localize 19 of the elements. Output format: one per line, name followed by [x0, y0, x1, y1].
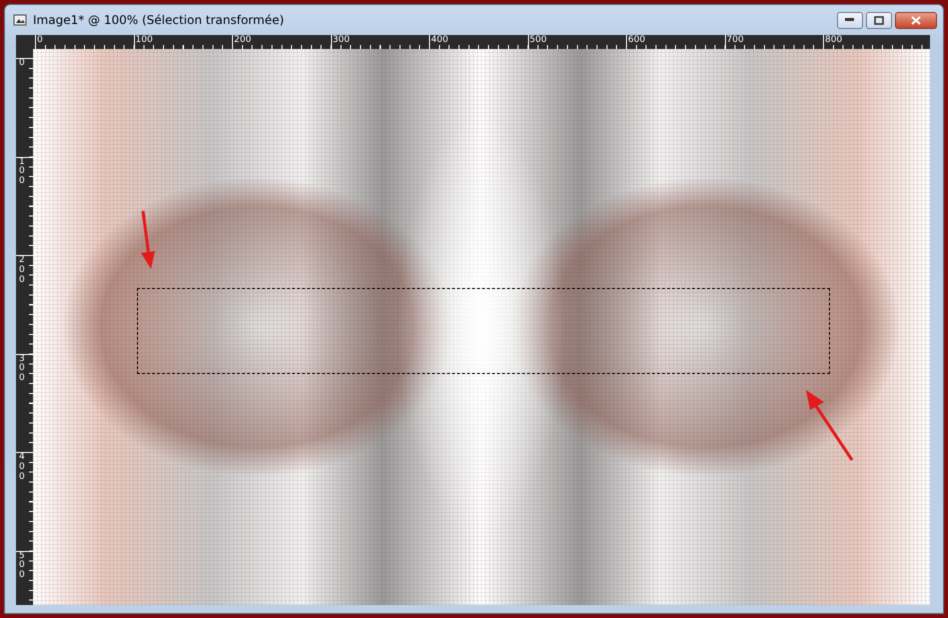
close-button[interactable]: [895, 12, 937, 28]
ruler-label: 200: [234, 35, 252, 45]
ruler-label: 700: [726, 35, 744, 45]
minimize-icon: [845, 18, 855, 22]
minimize-button[interactable]: [837, 12, 863, 28]
maximize-icon: [874, 16, 884, 24]
window-title: Image1* @ 100% (Sélection transformée): [33, 13, 286, 27]
app-icon: [13, 13, 27, 27]
close-icon: [911, 16, 921, 24]
ruler-label: 400: [431, 35, 448, 45]
ruler-label: 100: [136, 35, 153, 45]
ruler-label: 600: [628, 35, 646, 45]
ruler-label: 0: [37, 35, 43, 45]
maximize-button[interactable]: [866, 12, 892, 28]
ruler-label: 800: [825, 35, 842, 45]
ruler-label: 300: [332, 35, 350, 45]
arrow-icon: [804, 388, 856, 462]
selection-marquee[interactable]: [137, 288, 830, 374]
ruler-label: 500: [530, 35, 547, 45]
